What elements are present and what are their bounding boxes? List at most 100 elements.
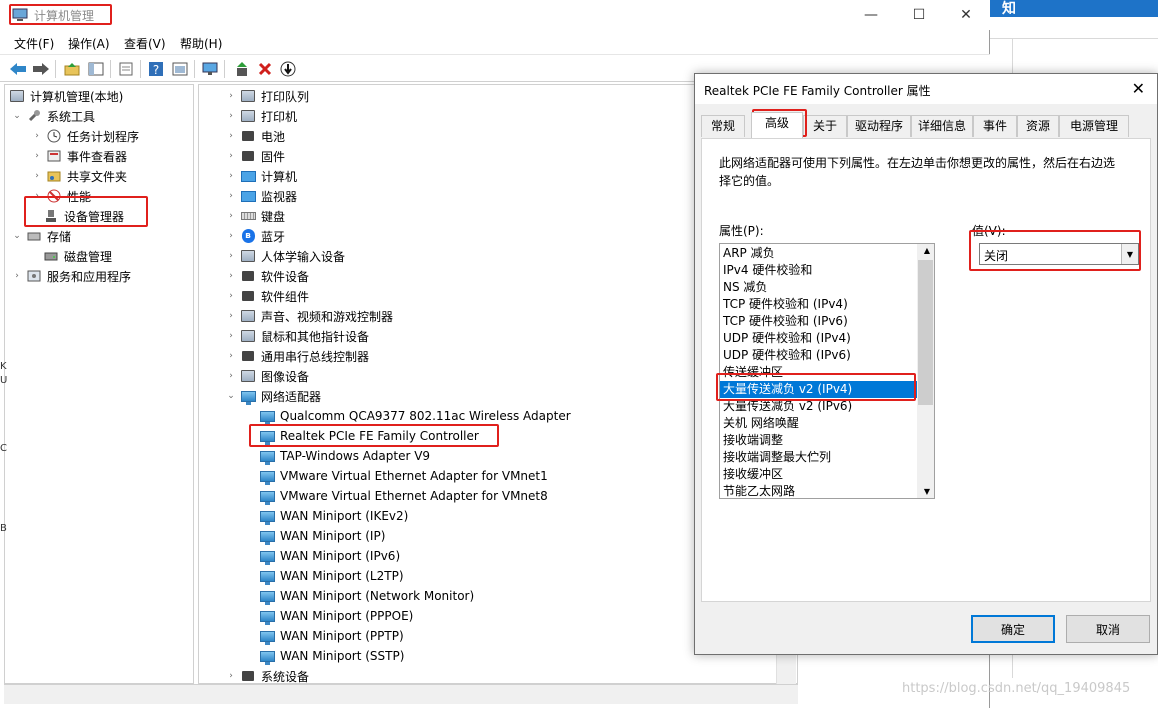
property-list-item[interactable]: 节能乙太网路 xyxy=(720,483,917,498)
expand-chevron-icon[interactable]: › xyxy=(225,310,237,322)
tree-services-apps[interactable]: › 服务和应用程序 xyxy=(11,266,131,286)
help-icon[interactable]: ? xyxy=(146,59,166,79)
tab-events[interactable]: 事件 xyxy=(973,115,1017,137)
close-button[interactable]: ✕ xyxy=(944,4,988,26)
property-list-scrollbar[interactable]: ▲ ▼ xyxy=(917,244,934,498)
property-list-item[interactable]: 传送缓冲区 xyxy=(720,364,917,381)
property-list-item[interactable]: 接收缓冲区 xyxy=(720,466,917,483)
expand-chevron-icon[interactable]: › xyxy=(31,130,43,142)
device-category[interactable]: ⌄ 网络适配器 xyxy=(225,386,321,406)
properties-view-icon[interactable] xyxy=(170,59,190,79)
expand-chevron-icon[interactable]: › xyxy=(225,90,237,102)
expand-chevron-icon[interactable]: › xyxy=(225,670,237,682)
scroll-thumb[interactable] xyxy=(918,260,933,405)
property-list-item[interactable]: ARP 减负 xyxy=(720,245,917,262)
dialog-close-icon[interactable]: ✕ xyxy=(1132,79,1145,98)
collapse-chevron-icon[interactable]: ⌄ xyxy=(11,110,23,122)
ok-button[interactable]: 确定 xyxy=(971,615,1055,643)
tab-driver[interactable]: 驱动程序 xyxy=(847,115,911,137)
network-adapter-item[interactable]: WAN Miniport (Network Monitor) xyxy=(259,586,474,606)
tab-power-management[interactable]: 电源管理 xyxy=(1059,115,1129,137)
dropdown-arrow-icon[interactable]: ▼ xyxy=(1121,244,1138,264)
network-adapter-item[interactable]: WAN Miniport (L2TP) xyxy=(259,566,404,586)
property-list-item[interactable]: 接收端调整最大伫列 xyxy=(720,449,917,466)
network-adapter-item[interactable]: WAN Miniport (IP) xyxy=(259,526,385,546)
expand-chevron-icon[interactable]: › xyxy=(225,170,237,182)
property-list-item[interactable]: TCP 硬件校验和 (IPv4) xyxy=(720,296,917,313)
network-adapter-item[interactable]: Qualcomm QCA9377 802.11ac Wireless Adapt… xyxy=(259,406,571,426)
expand-chevron-icon[interactable]: › xyxy=(31,170,43,182)
tree-disk-management[interactable]: 磁盘管理 xyxy=(43,246,112,266)
monitor-icon[interactable] xyxy=(200,59,220,79)
property-list-item[interactable]: UDP 硬件校验和 (IPv6) xyxy=(720,347,917,364)
expand-chevron-icon[interactable]: › xyxy=(225,370,237,382)
property-list-item[interactable]: 大量传送减负 v2 (IPv4) xyxy=(720,381,917,398)
tab-general[interactable]: 常规 xyxy=(701,115,745,137)
property-list-item[interactable]: 大量传送减负 v2 (IPv6) xyxy=(720,398,917,415)
scroll-up-arrow-icon[interactable]: ▲ xyxy=(924,246,930,255)
expand-chevron-icon[interactable]: › xyxy=(11,270,23,282)
device-category[interactable]: › 打印队列 xyxy=(225,86,309,106)
value-dropdown[interactable]: 关闭 ▼ xyxy=(979,243,1139,265)
tree-computer-management-local[interactable]: 计算机管理(本地) xyxy=(9,86,123,106)
device-category[interactable]: › 系统设备 xyxy=(225,666,309,684)
collapse-chevron-icon[interactable]: ⌄ xyxy=(225,390,237,402)
property-list-item[interactable]: TCP 硬件校验和 (IPv6) xyxy=(720,313,917,330)
forward-arrow-icon[interactable] xyxy=(31,59,51,79)
device-category[interactable]: › 软件组件 xyxy=(225,286,309,306)
export-list-icon[interactable] xyxy=(116,59,136,79)
device-category[interactable]: › 打印机 xyxy=(225,106,297,126)
menu-help[interactable]: 帮助(H) xyxy=(180,35,222,52)
menu-file[interactable]: 文件(F) xyxy=(14,35,54,52)
tab-about[interactable]: 关于 xyxy=(803,115,847,137)
expand-chevron-icon[interactable]: › xyxy=(225,130,237,142)
device-category[interactable]: › 电池 xyxy=(225,126,285,146)
property-list-item[interactable]: NS 减负 xyxy=(720,279,917,296)
device-category[interactable]: › 鼠标和其他指针设备 xyxy=(225,326,369,346)
device-category[interactable]: › 固件 xyxy=(225,146,285,166)
property-listbox[interactable]: 节能乙太网路 接收缓冲区 接收端调整最大伫列 接收端调整 关机 网络唤醒 大量传送减负 v… xyxy=(719,243,935,499)
show-hide-tree-icon[interactable] xyxy=(86,59,106,79)
property-list-item[interactable]: 接收端调整 xyxy=(720,432,917,449)
tree-performance[interactable]: › 性能 xyxy=(31,186,91,206)
expand-chevron-icon[interactable]: › xyxy=(225,270,237,282)
device-category[interactable]: › 软件设备 xyxy=(225,266,309,286)
expand-chevron-icon[interactable]: › xyxy=(225,290,237,302)
expand-chevron-icon[interactable]: › xyxy=(225,190,237,202)
tree-event-viewer[interactable]: › 事件查看器 xyxy=(31,146,127,166)
network-adapter-item[interactable]: WAN Miniport (SSTP) xyxy=(259,646,404,666)
device-category[interactable]: › ʙ 蓝牙 xyxy=(225,226,285,246)
expand-chevron-icon[interactable]: › xyxy=(225,230,237,242)
network-adapter-item[interactable]: WAN Miniport (PPTP) xyxy=(259,626,404,646)
expand-chevron-icon[interactable]: › xyxy=(31,190,43,202)
network-adapter-item[interactable]: VMware Virtual Ethernet Adapter for VMne… xyxy=(259,466,548,486)
expand-chevron-icon[interactable]: › xyxy=(225,210,237,222)
expand-chevron-icon[interactable]: › xyxy=(225,330,237,342)
minimize-button[interactable]: — xyxy=(849,4,893,26)
expand-chevron-icon[interactable]: › xyxy=(31,150,43,162)
tree-storage[interactable]: ⌄ 存储 xyxy=(11,226,71,246)
expand-chevron-icon[interactable]: › xyxy=(225,350,237,362)
property-list-item[interactable]: UDP 硬件校验和 (IPv4) xyxy=(720,330,917,347)
property-list-item[interactable]: 关机 网络唤醒 xyxy=(720,415,917,432)
property-list-item[interactable]: IPv4 硬件校验和 xyxy=(720,262,917,279)
expand-chevron-icon[interactable]: › xyxy=(225,250,237,262)
network-adapter-item[interactable]: Realtek PCIe FE Family Controller xyxy=(259,426,479,446)
tree-shared-folders[interactable]: › 共享文件夹 xyxy=(31,166,127,186)
tree-system-tools[interactable]: ⌄ 系统工具 xyxy=(11,106,95,126)
back-arrow-icon[interactable] xyxy=(8,59,28,79)
menu-view[interactable]: 查看(V) xyxy=(124,35,166,52)
device-category[interactable]: › 计算机 xyxy=(225,166,297,186)
tab-advanced[interactable]: 高级 xyxy=(751,112,803,138)
tab-details[interactable]: 详细信息 xyxy=(911,115,973,137)
network-adapter-item[interactable]: WAN Miniport (IPv6) xyxy=(259,546,400,566)
network-adapter-item[interactable]: VMware Virtual Ethernet Adapter for VMne… xyxy=(259,486,548,506)
device-category[interactable]: › 键盘 xyxy=(225,206,285,226)
tree-task-scheduler[interactable]: › 任务计划程序 xyxy=(31,126,139,146)
menu-action[interactable]: 操作(A) xyxy=(68,35,110,52)
tree-device-manager[interactable]: 设备管理器 xyxy=(43,206,124,226)
horizontal-scrollbar[interactable] xyxy=(4,684,798,704)
device-category[interactable]: › 声音、视频和游戏控制器 xyxy=(225,306,393,326)
cancel-button[interactable]: 取消 xyxy=(1066,615,1150,643)
expand-chevron-icon[interactable]: › xyxy=(225,110,237,122)
